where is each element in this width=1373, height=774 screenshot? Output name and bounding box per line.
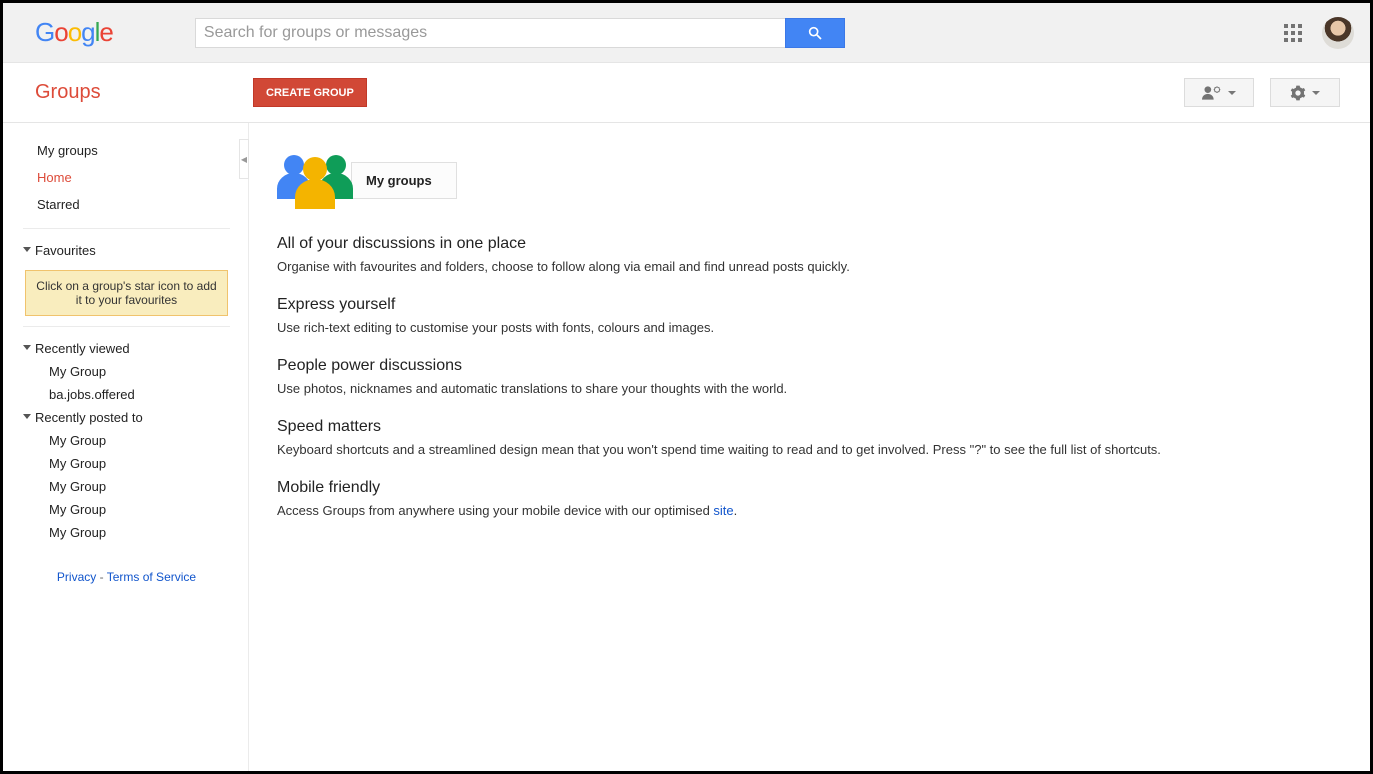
feature-title: All of your discussions in one place (277, 235, 1227, 253)
search-button[interactable] (785, 18, 845, 48)
feature-desc: Use photos, nicknames and automatic tran… (277, 381, 1227, 396)
groups-icon (277, 153, 357, 207)
feature-desc: Keyboard shortcuts and a streamlined des… (277, 442, 1227, 457)
person-gear-icon (1202, 86, 1222, 100)
create-group-button[interactable]: CREATE GROUP (253, 78, 367, 107)
recently-posted-section[interactable]: Recently posted to (23, 406, 230, 429)
list-item[interactable]: My Group (23, 475, 230, 498)
search-wrap (195, 18, 845, 48)
feature-desc: Use rich-text editing to customise your … (277, 320, 1227, 335)
avatar[interactable] (1322, 17, 1354, 49)
feature-desc: Access Groups from anywhere using your m… (277, 503, 1227, 518)
sidebar-item-home[interactable]: Home (23, 164, 230, 191)
gear-icon (1290, 85, 1306, 101)
recently-viewed-section[interactable]: Recently viewed (23, 337, 230, 360)
feature-title: Express yourself (277, 296, 1227, 314)
feature-title: People power discussions (277, 357, 1227, 375)
favourites-tip: Click on a group's star icon to add it t… (25, 270, 228, 316)
feature-desc: Organise with favourites and folders, ch… (277, 259, 1227, 274)
list-item[interactable]: My Group (23, 452, 230, 475)
list-item[interactable]: My Group (23, 498, 230, 521)
list-item[interactable]: My Group (23, 429, 230, 452)
chevron-down-icon (1228, 91, 1236, 95)
apps-icon[interactable] (1284, 24, 1302, 42)
google-logo[interactable]: Google (35, 17, 113, 48)
app-title: Groups (35, 81, 253, 104)
feature-desc-text: . (734, 503, 738, 518)
privacy-link[interactable]: Privacy (57, 570, 96, 584)
search-icon (807, 25, 823, 41)
list-item[interactable]: ba.jobs.offered (23, 383, 230, 406)
feature-title: Mobile friendly (277, 479, 1227, 497)
hero-title: My groups (351, 162, 457, 199)
list-item[interactable]: My Group (23, 521, 230, 544)
feature-title: Speed matters (277, 418, 1227, 436)
feature-desc-text: Access Groups from anywhere using your m… (277, 503, 713, 518)
sidebar-item-starred[interactable]: Starred (23, 191, 230, 218)
list-item[interactable]: My Group (23, 360, 230, 383)
footer-links: Privacy - Terms of Service (23, 570, 230, 584)
favourites-section[interactable]: Favourites (23, 239, 230, 262)
sidebar-item-mygroups[interactable]: My groups (23, 137, 230, 164)
chevron-down-icon (1312, 91, 1320, 95)
collapse-sidebar-handle[interactable]: ◀ (239, 139, 249, 179)
mobile-site-link[interactable]: site (713, 503, 733, 518)
settings-dropdown[interactable] (1270, 78, 1340, 107)
search-input[interactable] (195, 18, 785, 48)
members-dropdown[interactable] (1184, 78, 1254, 107)
tos-link[interactable]: Terms of Service (107, 570, 196, 584)
